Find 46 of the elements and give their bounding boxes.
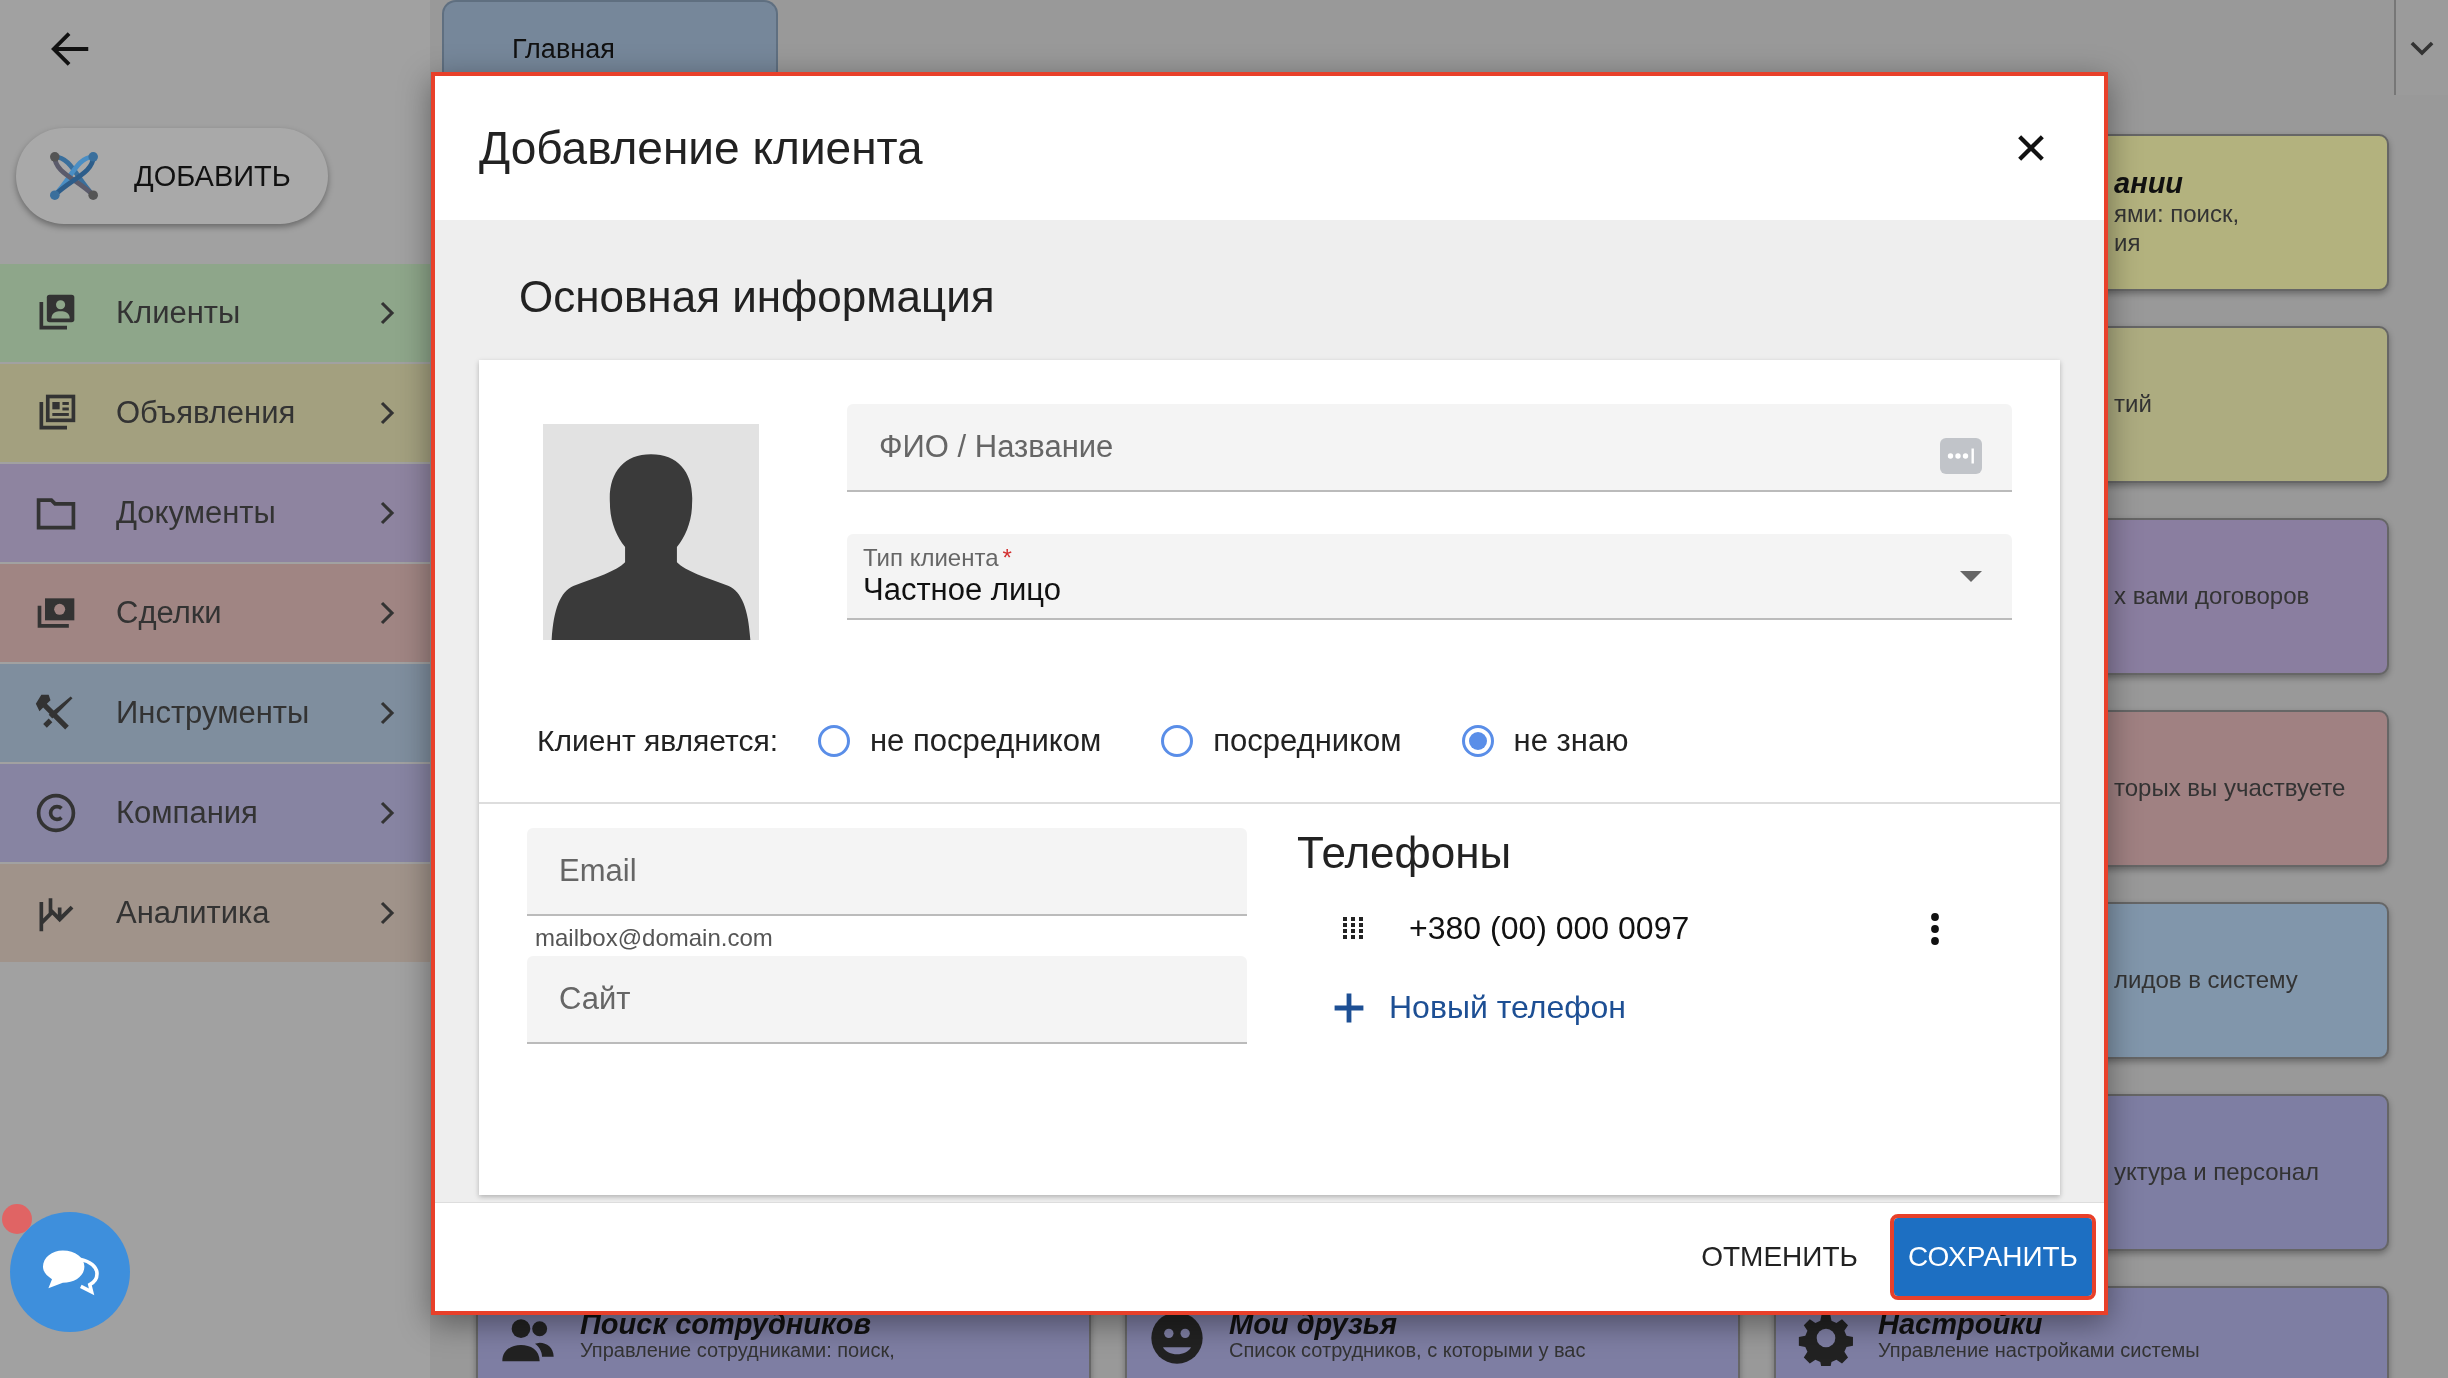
card-title: Поиск сотрудников [580, 1310, 872, 1339]
menu-item[interactable]: Инструменты [0, 664, 430, 762]
menu-item[interactable]: Аналитика [0, 864, 430, 962]
radio-button[interactable] [1161, 725, 1194, 757]
dialog-title: Добавление клиента [479, 121, 923, 175]
helper-text: mailbox@domain.com [534, 923, 774, 953]
radio-label[interactable]: не посредником [870, 723, 1102, 759]
card-description: Управление настройками системы [1878, 1339, 2200, 1361]
card-description: Управление сотрудниками: поиск, [580, 1339, 895, 1361]
card-title: Настройки [1878, 1310, 2044, 1339]
password-manager-icon[interactable] [1940, 438, 1982, 474]
add-phone-button[interactable]: Новый телефон [1333, 989, 1626, 1026]
menu-item[interactable]: Документы [0, 464, 430, 562]
card-description: Список сотрудников, с которыми у вас [1229, 1339, 1586, 1361]
client-type-select[interactable]: Тип клиента * Частное лицо [847, 534, 2012, 620]
more-options-icon[interactable] [1930, 910, 1940, 947]
menu-item[interactable]: Клиенты [0, 264, 430, 362]
card-description: х вами договоров [2113, 582, 2311, 611]
notification-dot [2, 1204, 32, 1234]
radio-label[interactable]: посредником [1213, 723, 1402, 759]
section-title: Основная информация [519, 272, 996, 323]
card-title: Мои друзья [1229, 1310, 1399, 1339]
menu-item[interactable]: Сделки [0, 564, 430, 662]
card-description: лидов в систему [2113, 966, 2299, 995]
plus-icon [1333, 991, 1365, 1024]
website-field[interactable]: Сайт [527, 956, 1247, 1044]
email-field[interactable]: Email [527, 828, 1247, 916]
radio-button[interactable] [818, 725, 850, 757]
drag-handle-icon[interactable] [1341, 916, 1365, 941]
phones-title: Телефоны [1297, 828, 1513, 878]
radio-group-label: Клиент является: [537, 724, 778, 758]
card-description: торых вы участвуете [2113, 774, 2347, 803]
name-field[interactable]: ФИО / Название [847, 404, 2012, 492]
copyright-icon [34, 791, 78, 835]
radio-label[interactable]: не знаю [1513, 723, 1629, 759]
card-description: ями: поиск, ия [2113, 200, 2241, 258]
phone-number: +380 (00) 000 0097 [1409, 910, 1691, 947]
chevron-down-icon [2409, 39, 2435, 56]
add-button[interactable]: ДОБАВИТЬ [16, 128, 328, 224]
card-description: тий [2113, 390, 2153, 419]
dropdown-caret-icon [1960, 570, 1982, 582]
card-title: ании [2113, 167, 2185, 201]
menu-item[interactable]: Объявления [0, 364, 430, 462]
card-description: уктура и персонал [2113, 1158, 2321, 1187]
menu-item[interactable]: Компания [0, 764, 430, 862]
radio-button[interactable] [1461, 725, 1494, 757]
